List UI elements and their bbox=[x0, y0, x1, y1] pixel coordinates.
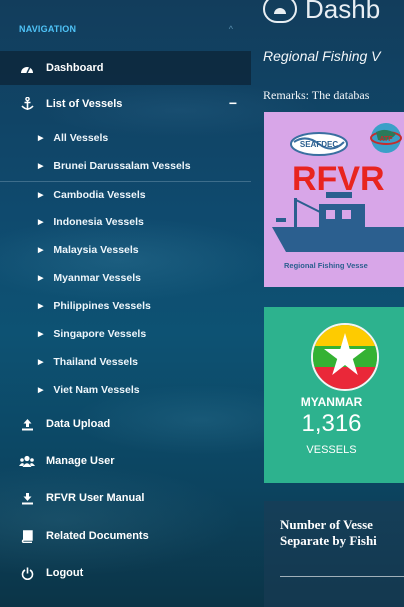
sidebar-item-label: RFVR User Manual bbox=[46, 492, 145, 504]
stat-card-title: Number of Vesse Separate by Fishi bbox=[280, 517, 404, 549]
caret-right-icon: ▶ bbox=[38, 331, 44, 338]
sidebar-subitem-malaysia[interactable]: ▶ Malaysia Vessels bbox=[0, 237, 251, 263]
sidebar-subitem-label: Brunei Darussalam Vessels bbox=[53, 160, 191, 172]
stat-card-title-line1: Number of Vesse bbox=[280, 517, 373, 532]
anchor-icon bbox=[19, 97, 35, 111]
sidebar-subitem-cambodia[interactable]: ▶ Cambodia Vessels bbox=[0, 181, 251, 207]
page-subtitle: Regional Fishing V bbox=[263, 48, 381, 64]
caret-right-icon: ▶ bbox=[38, 247, 44, 254]
sidebar-subitem-label: Myanmar Vessels bbox=[53, 272, 141, 284]
nav-header-title: NAVIGATION bbox=[19, 24, 77, 34]
sidebar-item-label: Related Documents bbox=[46, 530, 149, 542]
rfvr-logo: SEAFDEC ATF RFVR Regional Fishing Vesse bbox=[272, 123, 404, 270]
sidebar-item-data-upload[interactable]: Data Upload bbox=[0, 407, 251, 441]
remarks-text: Remarks: The databas bbox=[263, 88, 370, 102]
rfvr-logo-caption: Regional Fishing Vesse bbox=[284, 261, 368, 270]
sidebar-item-label: Manage User bbox=[46, 455, 115, 467]
sidebar-subitem-label: Philippines Vessels bbox=[53, 300, 151, 312]
sidebar-subitem-viet-nam[interactable]: ▶ Viet Nam Vessels bbox=[0, 377, 251, 403]
sidebar-subitem-label: Thailand Vessels bbox=[53, 356, 139, 368]
sidebar-subitem-label: Viet Nam Vessels bbox=[53, 384, 140, 396]
page-title-text: Dashb bbox=[305, 0, 381, 24]
sidebar-subitem-label: Indonesia Vessels bbox=[53, 216, 144, 228]
stat-card-title-line2: Separate by Fishi bbox=[280, 533, 377, 548]
dashboard-icon bbox=[263, 0, 297, 23]
caret-right-icon: ▶ bbox=[38, 135, 44, 142]
sidebar-subitem-myanmar[interactable]: ▶ Myanmar Vessels bbox=[0, 265, 251, 291]
sidebar-item-rfvr-user-manual[interactable]: RFVR User Manual bbox=[0, 481, 251, 515]
sidebar-item-related-documents[interactable]: Related Documents bbox=[0, 519, 251, 553]
vessel-stat-card: Number of Vesse Separate by Fishi bbox=[264, 501, 404, 607]
myanmar-flag-icon bbox=[311, 323, 379, 391]
divider bbox=[280, 576, 404, 577]
dashboard-icon bbox=[19, 61, 35, 75]
main-content: Dashb Regional Fishing V Remarks: The da… bbox=[251, 0, 404, 607]
chevron-up-icon[interactable]: ^ bbox=[229, 24, 233, 34]
vessel-unit-label: VESSELS bbox=[306, 444, 357, 456]
caret-right-icon: ▶ bbox=[38, 275, 44, 282]
sidebar-subitem-all-vessels[interactable]: ▶ All Vessels bbox=[0, 125, 251, 151]
sidebar-subitem-brunei[interactable]: ▶ Brunei Darussalam Vessels bbox=[0, 153, 251, 179]
sidebar-subitem-philippines[interactable]: ▶ Philippines Vessels bbox=[0, 293, 251, 319]
sidebar-item-logout[interactable]: Logout bbox=[0, 556, 251, 590]
sidebar-subitem-indonesia[interactable]: ▶ Indonesia Vessels bbox=[0, 209, 251, 235]
book-icon bbox=[19, 529, 35, 543]
country-card-myanmar[interactable]: MYANMAR 1,316 VESSELS bbox=[264, 307, 404, 483]
sidebar-subitem-thailand[interactable]: ▶ Thailand Vessels bbox=[0, 349, 251, 375]
upload-icon bbox=[19, 417, 35, 431]
caret-right-icon: ▶ bbox=[38, 163, 44, 170]
caret-right-icon: ▶ bbox=[38, 191, 44, 199]
users-icon bbox=[19, 454, 35, 468]
collapse-icon[interactable]: − bbox=[229, 95, 237, 111]
vessel-count: 1,316 bbox=[301, 410, 362, 437]
caret-right-icon: ▶ bbox=[38, 359, 44, 366]
sidebar-subitem-label: All Vessels bbox=[53, 132, 109, 144]
org1-text: SEAFDEC bbox=[300, 140, 338, 149]
sidebar: NAVIGATION ^ Dashboard List of Vessels −… bbox=[0, 0, 251, 607]
sidebar-item-label: Logout bbox=[46, 567, 84, 579]
sidebar-item-label: Data Upload bbox=[46, 418, 111, 430]
caret-right-icon: ▶ bbox=[38, 303, 44, 310]
sidebar-subitem-label: Cambodia Vessels bbox=[53, 188, 146, 201]
page-title: Dashb bbox=[263, 0, 380, 28]
download-icon bbox=[19, 491, 35, 505]
sidebar-item-list-of-vessels[interactable]: List of Vessels − bbox=[0, 87, 251, 121]
sidebar-item-label: List of Vessels bbox=[46, 98, 123, 110]
sidebar-subitem-singapore[interactable]: ▶ Singapore Vessels bbox=[0, 321, 251, 347]
country-name: MYANMAR bbox=[300, 395, 363, 409]
rfvr-logo-card: SEAFDEC ATF RFVR Regional Fishing Vesse bbox=[264, 112, 404, 287]
sidebar-subitem-label: Malaysia Vessels bbox=[53, 244, 139, 256]
org2-text: ATF bbox=[379, 136, 393, 143]
sidebar-item-manage-user[interactable]: Manage User bbox=[0, 444, 251, 478]
sidebar-subitem-label: Singapore Vessels bbox=[53, 328, 147, 340]
caret-right-icon: ▶ bbox=[38, 387, 44, 394]
sidebar-item-label: Dashboard bbox=[46, 62, 104, 74]
caret-right-icon: ▶ bbox=[38, 219, 44, 226]
sidebar-item-dashboard[interactable]: Dashboard bbox=[0, 51, 251, 85]
power-icon bbox=[19, 566, 35, 580]
nav-header[interactable]: NAVIGATION ^ bbox=[0, 14, 251, 44]
